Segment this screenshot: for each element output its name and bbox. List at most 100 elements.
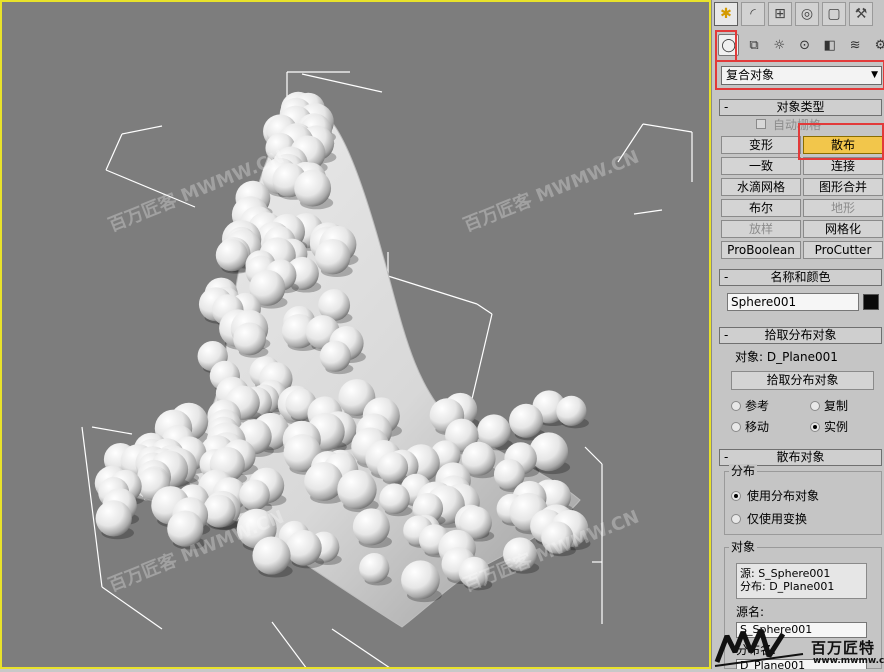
instance-label: 实例 [824, 420, 849, 434]
hierarchy-icon[interactable]: ⊞ [768, 2, 792, 26]
transforms-only-label: 仅使用变换 [747, 512, 808, 526]
site-logo: 百万匠特 www.mwmw.cn [713, 622, 884, 669]
bounding-box-line [584, 446, 603, 465]
object-name-field[interactable]: Sphere001 [727, 293, 859, 311]
bounding-box-line [301, 73, 383, 93]
blobmesh-button[interactable]: 水滴网格 [721, 178, 801, 196]
command-tabs: ✱ ◜ ⊞ ◎ ▢ ⚒ [712, 2, 884, 30]
bounding-box-line [101, 586, 163, 630]
move-radio[interactable] [731, 422, 741, 432]
geometry-icon[interactable]: ◯ [718, 34, 740, 56]
terrain-button[interactable]: 地形 [803, 199, 883, 217]
instance-radio[interactable] [810, 422, 820, 432]
scattered-sphere [286, 530, 322, 566]
use-distribution-radio[interactable] [731, 491, 741, 501]
objects-group-title: 对象 [729, 540, 758, 554]
scattered-sphere [233, 322, 267, 356]
bounding-box-line [476, 303, 493, 315]
shapemerge-button[interactable]: 图形合并 [803, 178, 883, 196]
scattered-sphere [315, 238, 351, 275]
autogrid-checkbox[interactable] [756, 119, 766, 129]
create-icon[interactable]: ✱ [714, 2, 738, 26]
logo-url: www.mwmw.cn [813, 656, 884, 666]
move-label: 移动 [745, 420, 770, 434]
proboolean-button[interactable]: ProBoolean [721, 241, 801, 259]
copy-radio[interactable] [810, 401, 820, 411]
morph-button[interactable]: 变形 [721, 136, 801, 154]
use-distribution-label: 使用分布对象 [747, 489, 820, 503]
scattered-sphere [319, 340, 351, 372]
distribution-info-line: 分布: D_Plane001 [740, 580, 835, 593]
objects-info-box: 源: S_Sphere001 分布: D_Plane001 [736, 563, 867, 599]
scattered-sphere [215, 239, 249, 272]
scattered-sphere [252, 536, 291, 575]
bounding-box-line [387, 275, 478, 305]
systems-icon[interactable]: ⚙ [870, 34, 884, 56]
collapse-icon: - [724, 100, 729, 114]
reference-label: 参考 [745, 399, 770, 413]
modify-icon[interactable]: ◜ [741, 2, 765, 26]
scattered-sphere [239, 479, 270, 511]
rollout-object-type[interactable]: - 对象类型 [719, 99, 882, 116]
dropdown-value: 复合对象 [726, 68, 775, 82]
distribution-group-title: 分布 [729, 464, 758, 478]
rollout-title: 散布对象 [776, 450, 825, 464]
perspective-viewport[interactable]: 百万匠客 MWMW.CN 百万匠客 MWMW.CN 百万匠客 MWMW.CN 百… [0, 0, 711, 669]
command-panel: ✱ ◜ ⊞ ◎ ▢ ⚒ ◯ ⧉ ☼ ⊙ ◧ ≋ ⚙ 复合对象 ▼ - 对象类型 … [711, 0, 884, 669]
pick-distribution-button[interactable]: 拾取分布对象 [731, 371, 874, 390]
connect-button[interactable]: 连接 [803, 157, 883, 175]
chevron-down-icon: ▼ [871, 70, 878, 80]
scattered-sphere [379, 483, 410, 514]
scattered-sphere [509, 403, 544, 438]
scene-canvas[interactable] [2, 2, 711, 669]
logo-text: 百万匠特 [811, 639, 876, 657]
utilities-icon[interactable]: ⚒ [849, 2, 873, 26]
rollout-name-color[interactable]: - 名称和颜色 [719, 269, 882, 286]
rollout-title: 名称和颜色 [770, 270, 831, 284]
reference-radio[interactable] [731, 401, 741, 411]
scattered-sphere [401, 560, 440, 600]
rollout-title: 对象类型 [776, 100, 825, 114]
scattered-sphere [95, 500, 132, 537]
collapse-icon: - [724, 270, 729, 284]
bounding-box-line [633, 209, 663, 215]
rollout-pick-distribution[interactable]: - 拾取分布对象 [719, 327, 882, 344]
display-icon[interactable]: ▢ [822, 2, 846, 26]
scattered-sphere [352, 508, 390, 546]
procutter-button[interactable]: ProCutter [803, 241, 883, 259]
rollout-title: 拾取分布对象 [764, 328, 837, 342]
cameras-icon[interactable]: ⊙ [794, 34, 815, 56]
boolean-button[interactable]: 布尔 [721, 199, 801, 217]
source-info-line: 源: S_Sphere001 [740, 567, 831, 580]
loft-button[interactable]: 放样 [721, 220, 801, 238]
shapes-icon[interactable]: ⧉ [743, 34, 764, 56]
bounding-box-line [271, 621, 307, 667]
object-color-swatch[interactable] [863, 294, 879, 310]
spacewarps-icon[interactable]: ≋ [844, 34, 865, 56]
bounding-box-line [105, 133, 123, 171]
transforms-only-radio[interactable] [731, 514, 741, 524]
motion-icon[interactable]: ◎ [795, 2, 819, 26]
autogrid-label: 自动栅格 [773, 118, 822, 132]
lights-icon[interactable]: ☼ [769, 34, 790, 56]
conform-button[interactable]: 一致 [721, 157, 801, 175]
scattered-sphere [556, 395, 587, 427]
copy-label: 复制 [824, 399, 849, 413]
scattered-sphere [337, 469, 377, 510]
scattered-sphere [294, 169, 332, 207]
source-name-label: 源名: [736, 605, 765, 619]
bounding-box-line [81, 426, 103, 588]
scatter-button[interactable]: 散布 [803, 136, 883, 154]
category-row: ◯ ⧉ ☼ ⊙ ◧ ≋ ⚙ [712, 34, 884, 60]
scattered-sphere [304, 461, 344, 501]
bounding-box-line [642, 123, 693, 133]
logo-mark-icon [714, 628, 804, 667]
bounding-box-line [121, 125, 163, 135]
bounding-box-line [331, 628, 390, 667]
bounding-box-line [91, 426, 133, 435]
helpers-icon[interactable]: ◧ [819, 34, 840, 56]
collapse-icon: - [724, 450, 729, 464]
scattered-sphere [359, 553, 390, 584]
mesher-button[interactable]: 网格化 [803, 220, 883, 238]
category-dropdown[interactable]: 复合对象 ▼ [721, 66, 882, 85]
